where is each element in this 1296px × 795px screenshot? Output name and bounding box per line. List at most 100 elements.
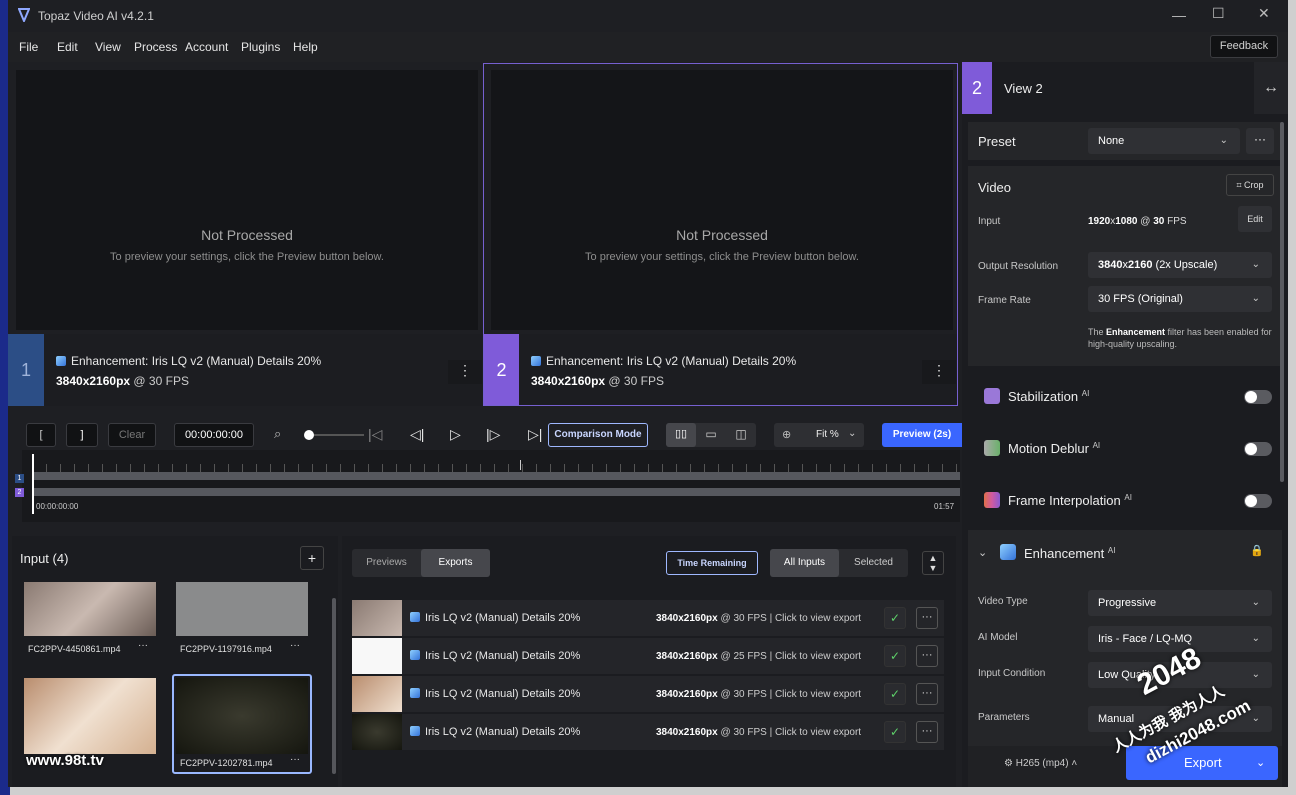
viewer-1[interactable]: Not Processed To preview your settings, … [16, 70, 478, 330]
export-row[interactable]: Iris LQ v2 (Manual) Details 20% 3840x216… [352, 676, 944, 712]
chevron-down-icon: ⌄ [1251, 713, 1260, 724]
frame-interpolation-toggle[interactable] [1244, 494, 1272, 508]
app-window: Topaz Video AI v4.2.1 — ☐ ✕ File Edit Vi… [8, 0, 1288, 787]
menu-file[interactable]: File [19, 40, 38, 54]
split-view-icon[interactable]: ◫ [726, 423, 756, 447]
input-more-icon[interactable]: ··· [138, 640, 148, 651]
menu-process[interactable]: Process [134, 40, 177, 54]
stabilization-toggle[interactable] [1244, 390, 1272, 404]
viewer-1-desc: Enhancement: Iris LQ v2 (Manual) Details… [71, 354, 322, 368]
preset-more-icon[interactable]: ··· [1246, 128, 1274, 154]
input-thumbnail [176, 678, 308, 754]
codec-select[interactable]: ⚙ H265 (mp4) ˄ [1004, 758, 1077, 769]
export-thumbnail [352, 600, 402, 636]
skip-end-icon[interactable]: ▷| [528, 426, 542, 443]
export-row[interactable]: Iris LQ v2 (Manual) Details 20% 3840x216… [352, 600, 944, 636]
zoom-value: Fit % [816, 429, 839, 440]
input-thumbnail[interactable] [24, 678, 156, 754]
export-title: Iris LQ v2 (Manual) Details 20% [410, 612, 580, 624]
export-row[interactable]: Iris LQ v2 (Manual) Details 20% 3840x216… [352, 638, 944, 674]
mark-out-button[interactable]: ] [66, 423, 98, 447]
edit-input-button[interactable]: Edit [1238, 206, 1272, 232]
menu-help[interactable]: Help [293, 40, 318, 54]
export-more-icon[interactable]: ··· [916, 607, 938, 629]
viewer-1-more-icon[interactable]: ⋮ [448, 360, 482, 384]
motion-deblur-label: Motion Deblur AI [1008, 441, 1101, 456]
input-selected-card[interactable]: FC2PPV-1202781.mp4 ··· [172, 674, 312, 774]
menu-account[interactable]: Account [185, 40, 228, 54]
export-row[interactable]: Iris LQ v2 (Manual) Details 20% 3840x216… [352, 714, 944, 750]
input-thumbnail[interactable] [24, 582, 156, 636]
time-remaining-button[interactable]: Time Remaining [666, 551, 758, 575]
swap-view-icon[interactable]: ↔ [1254, 62, 1288, 114]
clear-button[interactable]: Clear [108, 423, 156, 447]
viewer-2[interactable]: Not Processed To preview your settings, … [491, 70, 953, 330]
maximize-icon[interactable]: ☐ [1212, 5, 1225, 22]
zoom-select[interactable]: ⊕ Fit % ⌄ [774, 423, 864, 447]
comparison-mode-button[interactable]: Comparison Mode [548, 423, 648, 447]
output-resolution-select[interactable]: 3840x2160 (2x Upscale) ⌄ [1088, 252, 1272, 278]
minimize-icon[interactable]: — [1172, 7, 1186, 23]
check-icon: ✓ [884, 721, 906, 743]
viewer-1-fps: @ 30 FPS [130, 374, 189, 388]
step-back-icon[interactable]: ◁| [410, 426, 424, 443]
menu-edit[interactable]: Edit [57, 40, 78, 54]
chevron-down-icon: ⌄ [848, 428, 857, 439]
scope-selected[interactable]: Selected [839, 549, 908, 577]
crop-button[interactable]: ⌗ Crop [1226, 174, 1274, 196]
video-type-select[interactable]: Progressive ⌄ [1088, 590, 1272, 616]
sort-icon[interactable]: ▲ ▼ [922, 551, 944, 575]
playhead[interactable] [32, 454, 34, 514]
collapse-chevron-icon[interactable]: ⌄ [978, 546, 987, 559]
close-icon[interactable]: ✕ [1258, 5, 1270, 22]
stabilization-label: Stabilization AI [1008, 389, 1090, 404]
single-view-icon[interactable]: ▭ [696, 423, 726, 447]
menu-view[interactable]: View [95, 40, 121, 54]
step-forward-icon[interactable]: |▷ [486, 426, 500, 443]
tab-previews[interactable]: Previews [352, 549, 421, 577]
input-more-icon[interactable]: ··· [290, 754, 300, 765]
feedback-button[interactable]: Feedback [1210, 35, 1278, 58]
zoom-slider-track[interactable] [308, 434, 364, 436]
input-more-icon[interactable]: ··· [290, 640, 300, 651]
scope-all-inputs[interactable]: All Inputs [770, 549, 839, 577]
input-filename: FC2PPV-4450861.mp4 [28, 644, 121, 654]
preview-button[interactable]: Preview (2s) [882, 423, 962, 447]
viewer-2-more-icon[interactable]: ⋮ [922, 360, 956, 384]
mark-in-button[interactable]: [ [26, 423, 56, 447]
search-icon[interactable]: ⌕ [274, 426, 281, 442]
preset-section: Preset None ⌄ ··· [968, 122, 1282, 160]
frame-rate-select[interactable]: 30 FPS (Original) ⌄ [1088, 286, 1272, 312]
enhancement-icon [531, 356, 541, 366]
menu-plugins[interactable]: Plugins [241, 40, 280, 54]
tab-exports[interactable]: Exports [421, 549, 490, 577]
view-title: View 2 [1004, 81, 1043, 96]
add-input-button[interactable]: + [300, 546, 324, 570]
play-icon[interactable]: ▷ [450, 426, 461, 443]
export-more-icon[interactable]: ··· [916, 721, 938, 743]
preset-value: None [1098, 135, 1125, 147]
input-scrollbar[interactable] [332, 598, 336, 774]
side-by-side-icon[interactable]: ▯▯ [666, 423, 696, 447]
timeline-end: 01:57 [934, 502, 955, 511]
chevron-down-icon: ⌄ [1251, 669, 1260, 680]
export-more-icon[interactable]: ··· [916, 645, 938, 667]
motion-deblur-toggle[interactable] [1244, 442, 1272, 456]
viewer-2-badge[interactable]: 2 [484, 334, 519, 405]
timeline[interactable]: 1 2 00:00:00:00 01:57 [15, 450, 960, 522]
motion-deblur-icon [984, 440, 1000, 456]
export-title: Iris LQ v2 (Manual) Details 20% [410, 726, 580, 738]
menu-bar: File Edit View Process Account Plugins H… [8, 32, 1288, 62]
input-thumbnail[interactable] [176, 582, 308, 636]
skip-start-icon[interactable]: |◁ [368, 426, 382, 443]
settings-scrollbar[interactable] [1280, 122, 1284, 482]
timecode-field[interactable]: 00:00:00:00 [174, 423, 254, 447]
track-1-label: 1 [15, 474, 24, 483]
preset-label: Preset [978, 134, 1016, 149]
viewer-1-badge[interactable]: 1 [8, 334, 44, 406]
export-more-icon[interactable]: ··· [916, 683, 938, 705]
preset-select[interactable]: None ⌄ [1088, 128, 1240, 154]
track-2-label: 2 [15, 488, 24, 497]
input-filename: FC2PPV-1197916.mp4 [180, 644, 272, 654]
zoom-slider-handle[interactable] [304, 430, 314, 440]
